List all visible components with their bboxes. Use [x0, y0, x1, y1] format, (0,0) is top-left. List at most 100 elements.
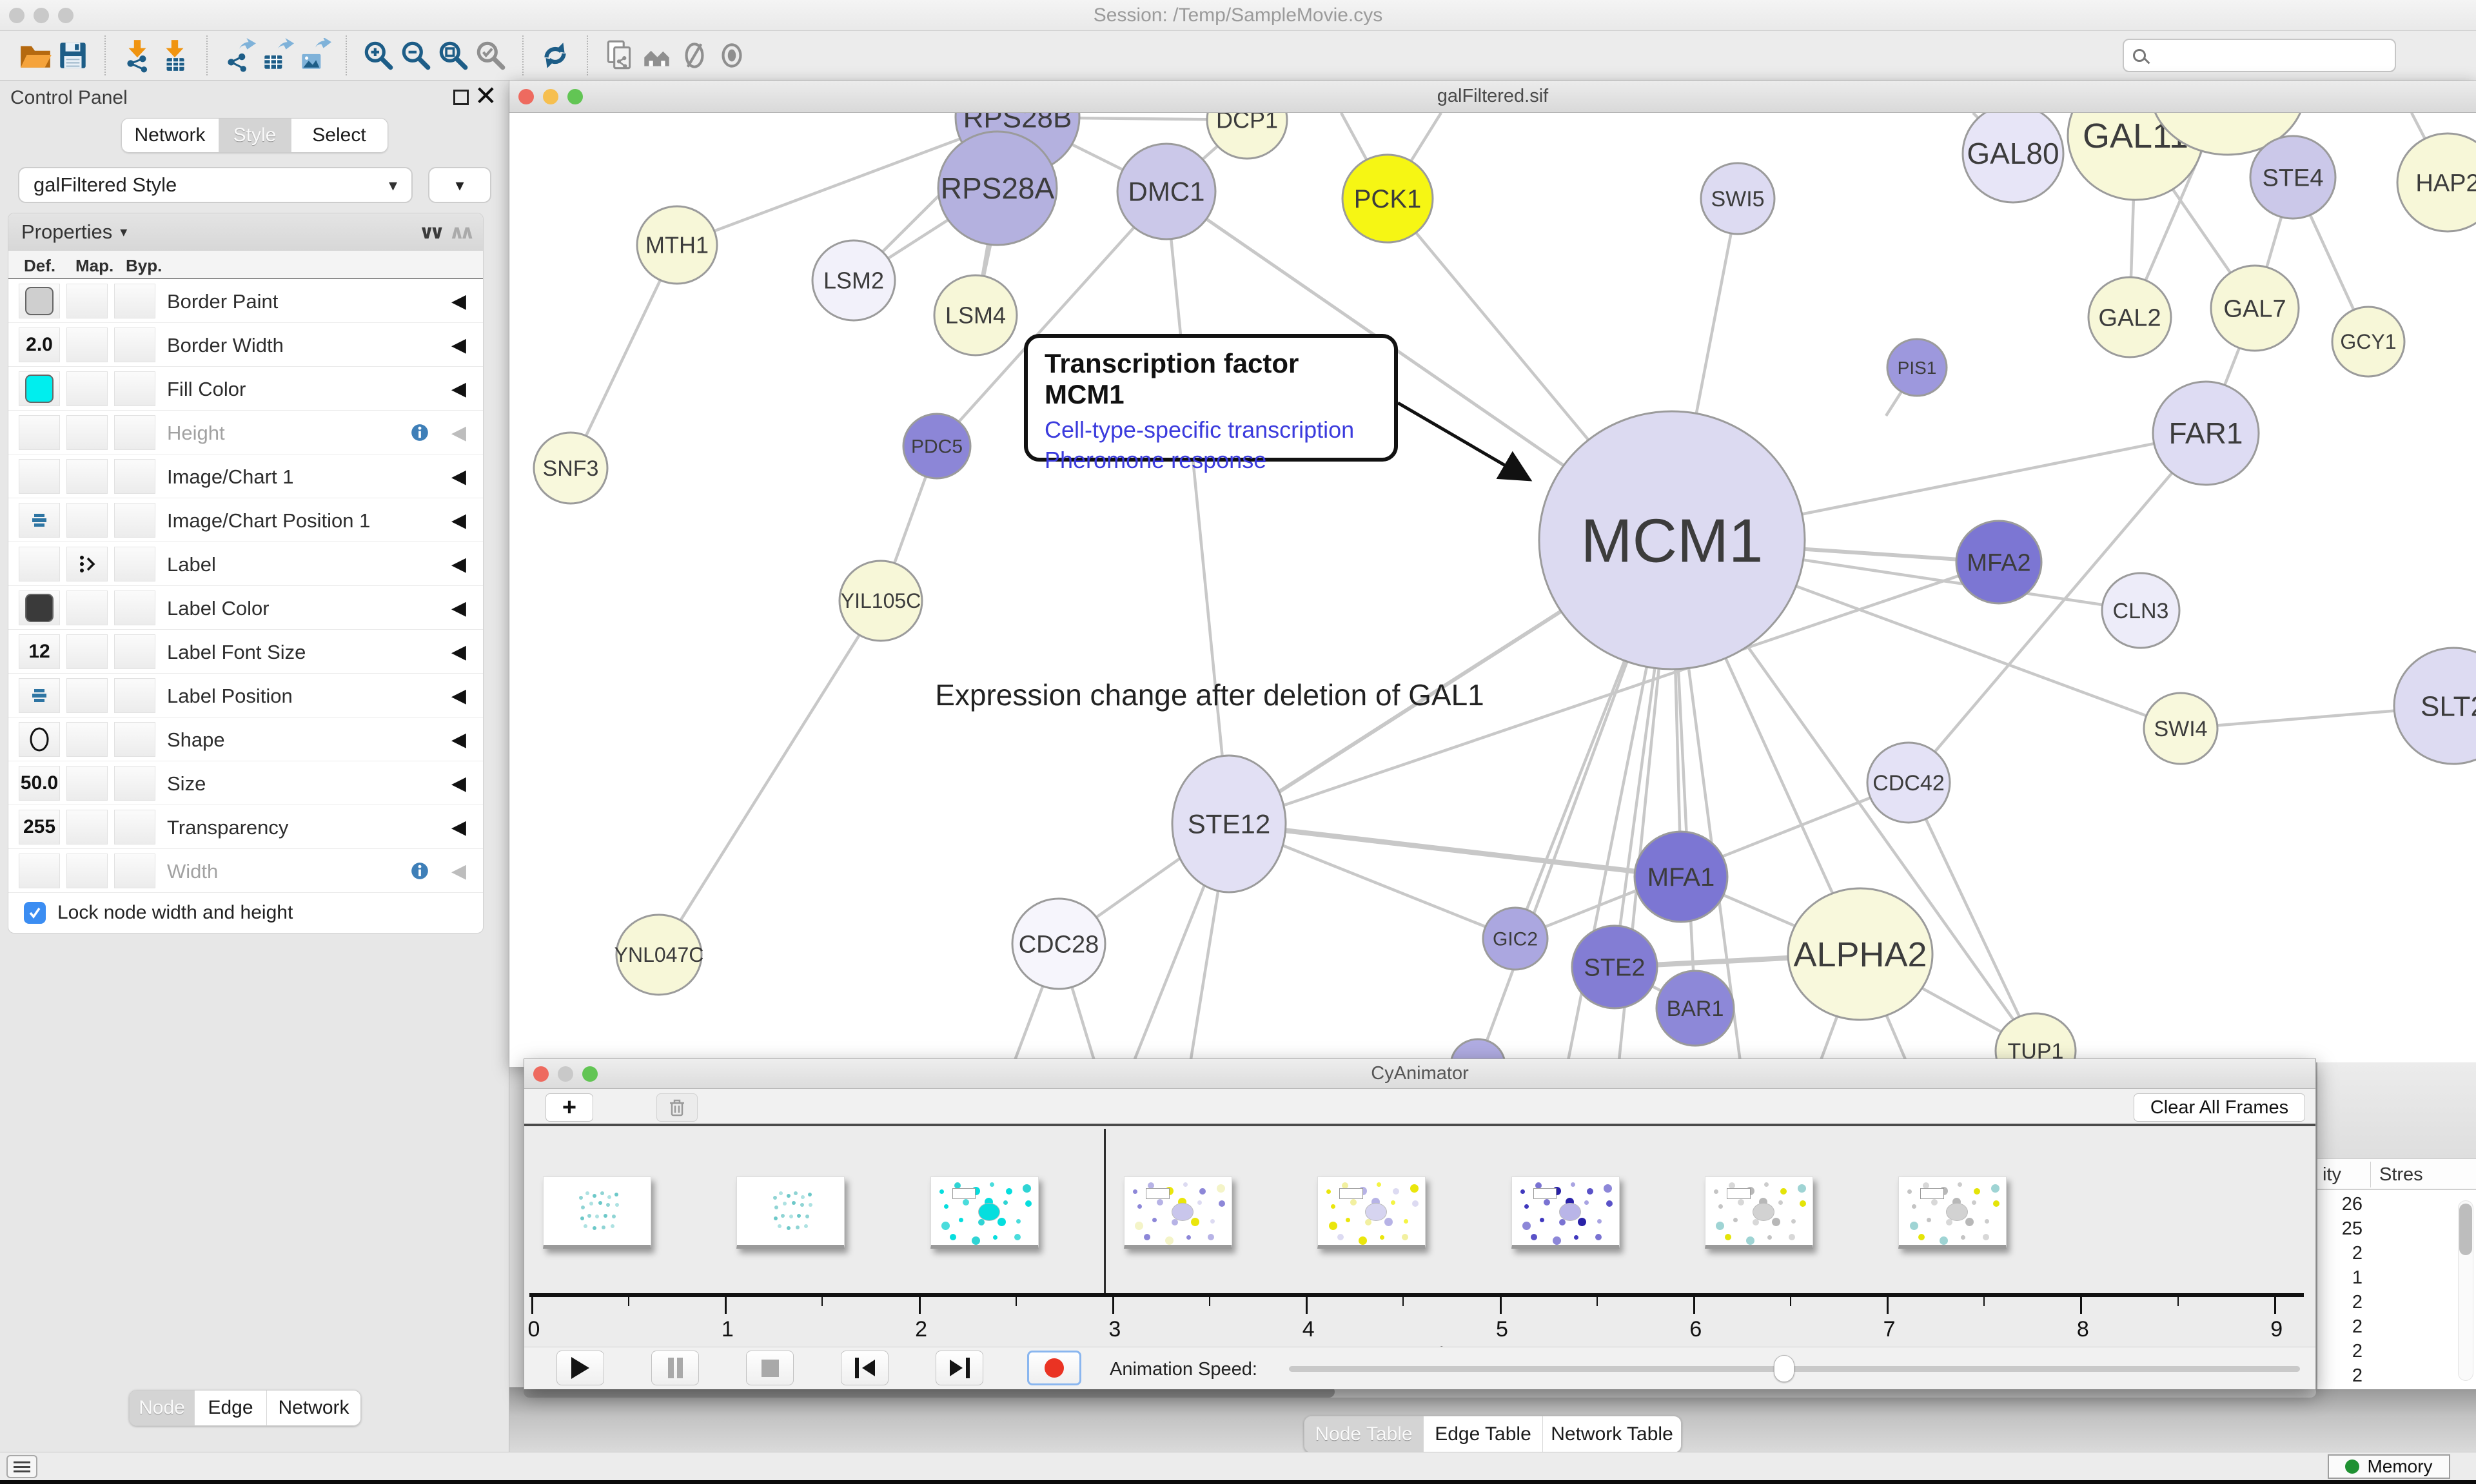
tab-network-table[interactable]: Network Table	[1542, 1416, 1681, 1452]
table-row[interactable]: 25	[2317, 1218, 2369, 1243]
expand-property-icon[interactable]: ◀	[451, 465, 466, 488]
property-row-border-width[interactable]: 2.0 Border Width ◀	[8, 323, 483, 367]
table-column-stress[interactable]: Stres	[2379, 1164, 2423, 1186]
property-row-image-chart-1[interactable]: Image/Chart 1 ◀	[8, 454, 483, 498]
default-value-cell[interactable]	[19, 371, 60, 406]
bypass-cell[interactable]	[114, 284, 155, 318]
close-window-icon[interactable]	[518, 89, 534, 104]
tab-edge[interactable]: Edge	[194, 1391, 266, 1425]
scrollbar-thumb[interactable]	[2459, 1204, 2472, 1255]
cyanimator-titlebar[interactable]: CyAnimator	[524, 1059, 2315, 1089]
vertical-scrollbar[interactable]	[2458, 1200, 2473, 1381]
first-neighbors-icon[interactable]	[638, 37, 676, 74]
zoom-in-icon[interactable]	[360, 37, 397, 74]
property-row-label-position[interactable]: Label Position ◀	[8, 674, 483, 718]
default-value-cell[interactable]: 2.0	[19, 327, 60, 362]
property-row-fill-color[interactable]: Fill Color ◀	[8, 367, 483, 411]
expand-property-icon[interactable]: ◀	[451, 290, 466, 313]
expand-property-icon[interactable]: ◀	[451, 509, 466, 532]
mapping-cell[interactable]	[66, 547, 108, 581]
expand-property-icon[interactable]: ◀	[451, 641, 466, 663]
panel-list-button[interactable]	[6, 1455, 37, 1478]
export-image-icon[interactable]	[295, 37, 333, 74]
bypass-cell[interactable]	[114, 810, 155, 845]
frame-thumbnail-4[interactable]	[1317, 1176, 1426, 1249]
skip-end-button[interactable]	[936, 1351, 983, 1385]
mapping-cell[interactable]	[66, 415, 108, 450]
expand-property-icon[interactable]: ◀	[451, 860, 466, 883]
zoom-selected-icon[interactable]	[472, 37, 509, 74]
expand-property-icon[interactable]: ◀	[451, 597, 466, 620]
bypass-cell[interactable]	[114, 591, 155, 625]
frame-thumbnail-7[interactable]	[1898, 1176, 2007, 1249]
maximize-window-icon[interactable]	[567, 89, 583, 104]
mapping-cell[interactable]	[66, 766, 108, 801]
tab-node[interactable]: Node	[130, 1391, 194, 1425]
bypass-cell[interactable]	[114, 371, 155, 406]
tab-select[interactable]: Select	[291, 119, 388, 152]
property-row-label-font-size[interactable]: 12 Label Font Size ◀	[8, 630, 483, 674]
tab-network[interactable]: Network	[122, 119, 219, 152]
minimize-window-icon[interactable]	[558, 1066, 573, 1082]
properties-title[interactable]: Properties	[21, 220, 112, 244]
default-value-cell[interactable]	[19, 722, 60, 757]
table-column-ity[interactable]: ity	[2323, 1164, 2341, 1186]
network-canvas[interactable]: RPS28BDCP1RPS28ADMC1PCK1SWI5GAL80GAL11ST…	[509, 113, 2476, 1067]
default-value-cell[interactable]: 255	[19, 810, 60, 845]
tab-network[interactable]: Network	[266, 1391, 360, 1425]
mapping-cell[interactable]	[66, 284, 108, 318]
expand-property-icon[interactable]: ◀	[451, 816, 466, 839]
edge-dmc1-ste12[interactable]	[1166, 191, 1229, 824]
edge-cdc42-tup1[interactable]	[1909, 783, 2036, 1051]
add-frame-button[interactable]: +	[545, 1093, 593, 1122]
property-row-shape[interactable]: Shape ◀	[8, 718, 483, 761]
import-table-icon[interactable]	[156, 37, 193, 74]
minimize-window-icon[interactable]	[543, 89, 558, 104]
import-network-icon[interactable]	[119, 37, 156, 74]
refresh-icon[interactable]	[536, 37, 574, 74]
bypass-cell[interactable]	[114, 678, 155, 713]
default-value-cell[interactable]	[19, 591, 60, 625]
expand-all-icon[interactable]: ∨∨	[419, 222, 440, 243]
export-table-icon[interactable]	[258, 37, 295, 74]
expand-property-icon[interactable]: ◀	[451, 553, 466, 576]
bypass-cell[interactable]	[114, 459, 155, 494]
mapping-cell[interactable]	[66, 327, 108, 362]
property-row-size[interactable]: 50.0 Size ◀	[8, 761, 483, 805]
property-row-image-chart-position-1[interactable]: Image/Chart Position 1 ◀	[8, 498, 483, 542]
annotation-link[interactable]: Cell-type-specific transcription	[1045, 415, 1377, 445]
default-value-cell[interactable]	[19, 503, 60, 538]
default-value-cell[interactable]	[19, 854, 60, 888]
bypass-cell[interactable]	[114, 503, 155, 538]
bypass-cell[interactable]	[114, 854, 155, 888]
mapping-cell[interactable]	[66, 503, 108, 538]
zoom-out-icon[interactable]	[397, 37, 435, 74]
mapping-cell[interactable]	[66, 810, 108, 845]
frame-thumbnail-3[interactable]	[1124, 1176, 1232, 1249]
default-value-cell[interactable]	[19, 415, 60, 450]
table-row[interactable]: 2	[2317, 1341, 2369, 1365]
table-row[interactable]: 1	[2317, 1267, 2369, 1292]
table-row[interactable]: 2	[2317, 1243, 2369, 1267]
default-value-cell[interactable]	[19, 459, 60, 494]
mapping-cell[interactable]	[66, 591, 108, 625]
play-button[interactable]	[556, 1351, 604, 1385]
export-network-icon[interactable]	[221, 37, 258, 74]
record-button[interactable]	[1027, 1351, 1081, 1385]
info-icon[interactable]	[411, 862, 429, 880]
property-row-label-color[interactable]: Label Color ◀	[8, 586, 483, 630]
memory-button[interactable]: Memory	[2328, 1454, 2450, 1479]
eye-icon[interactable]	[713, 37, 751, 74]
default-value-cell[interactable]: 12	[19, 634, 60, 669]
bypass-cell[interactable]	[114, 766, 155, 801]
expand-property-icon[interactable]: ◀	[451, 728, 466, 751]
expand-property-icon[interactable]: ◀	[451, 334, 466, 356]
skip-start-button[interactable]	[841, 1351, 889, 1385]
annotation-box[interactable]: Transcription factor MCM1 Cell-type-spec…	[1024, 334, 1398, 462]
expand-property-icon[interactable]: ◀	[451, 422, 466, 444]
frame-thumbnail-2[interactable]	[930, 1176, 1039, 1249]
property-row-transparency[interactable]: 255 Transparency ◀	[8, 805, 483, 849]
default-value-cell[interactable]	[19, 547, 60, 581]
search-input[interactable]	[2123, 39, 2396, 72]
default-value-cell[interactable]: 50.0	[19, 766, 60, 801]
